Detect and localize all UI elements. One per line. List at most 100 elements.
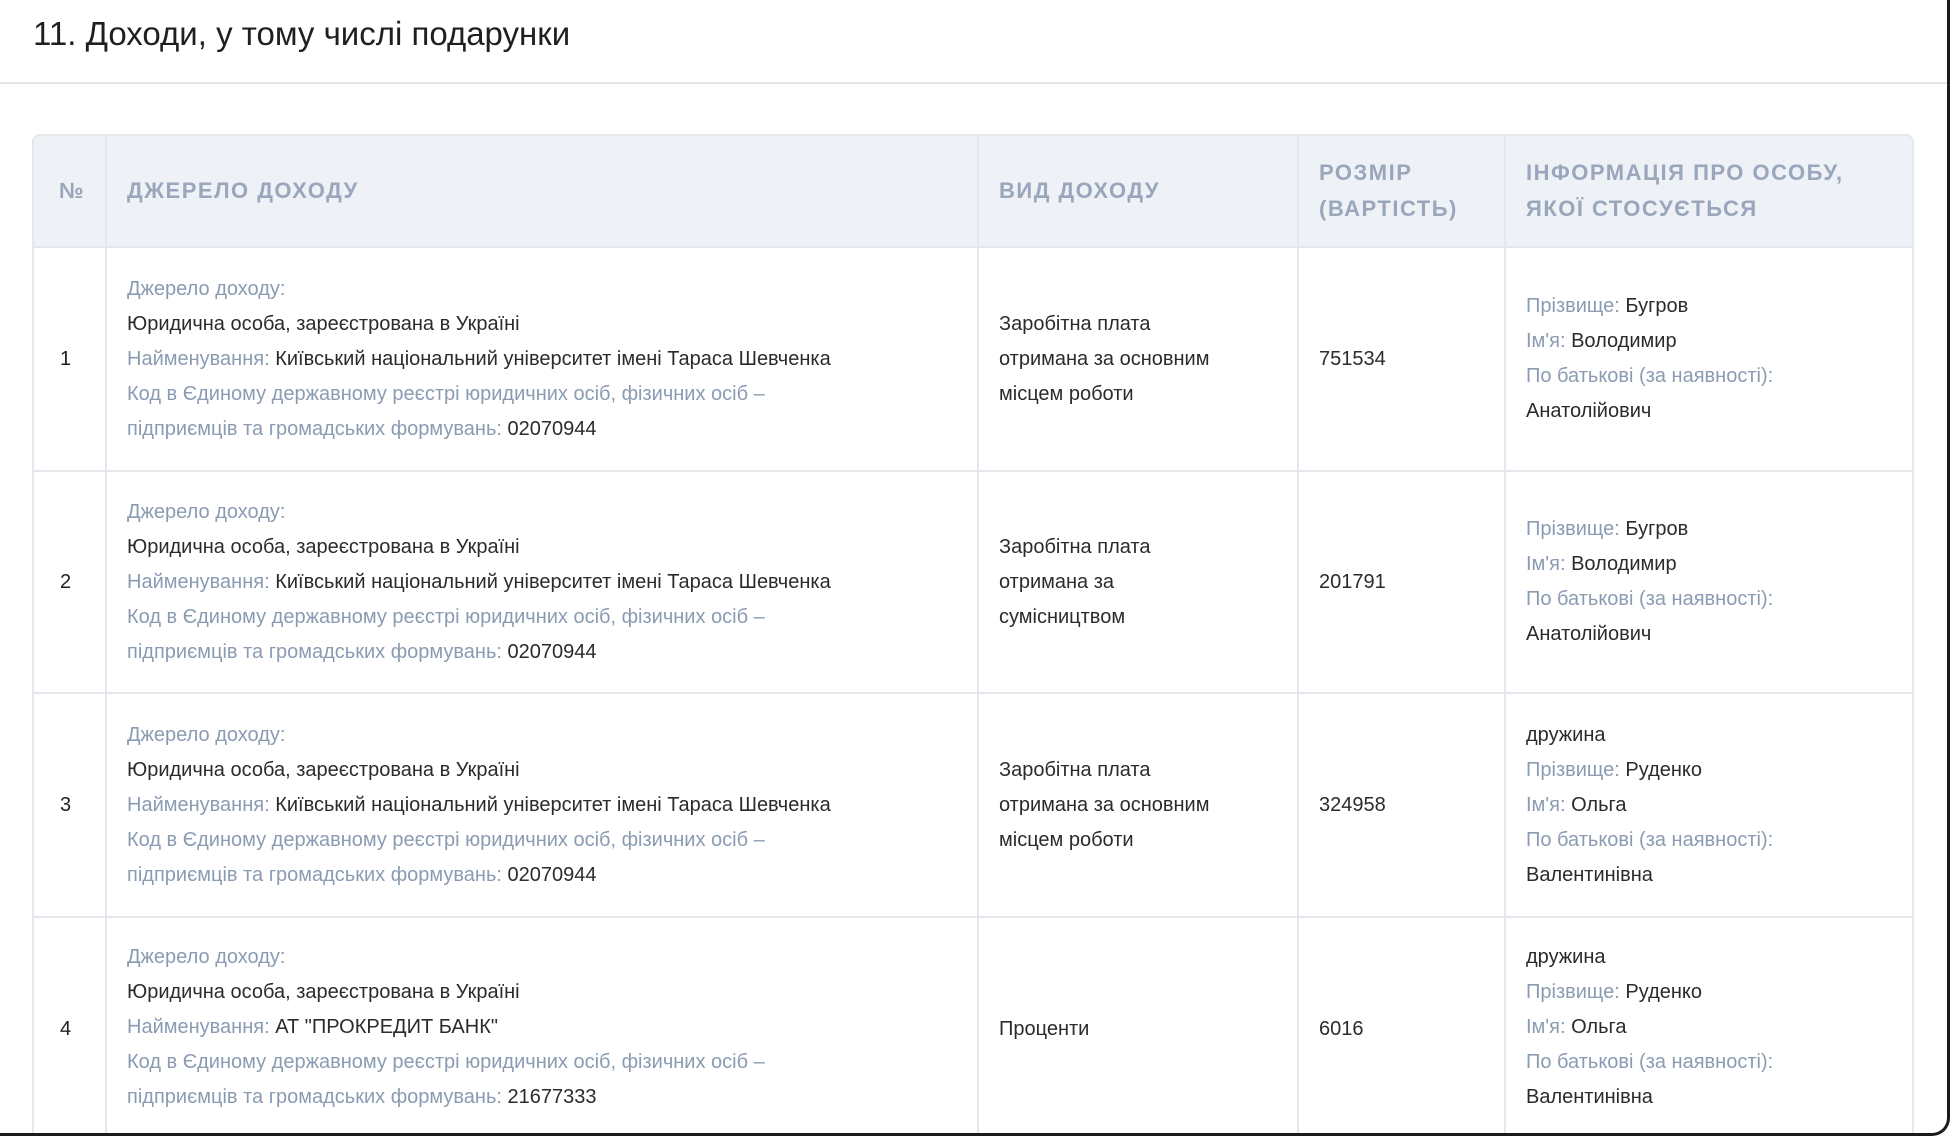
header-person-line1: ІНФОРМАЦІЯ ПРО ОСОБУ, [1526,160,1844,185]
income-kind-line3: місцем роботи [999,382,1134,405]
source-type: Юридична особа, зареєстрована в Україні [127,312,520,335]
code-label-line2: підприємців та громадських формувань: [127,417,502,440]
table-row: 2 Джерело доходу: Юридична особа, зареєс… [34,470,1912,693]
code-label-line1: Код в Єдиному державному реєстрі юридичн… [127,382,765,405]
first-name-label: Ім'я: [1526,330,1566,352]
income-kind-line1: Заробітна плата [999,312,1151,335]
surname-value: Руденко [1625,758,1703,781]
code-label-line2: підприємців та громадських формувань: [127,640,502,663]
person-info-cell: дружина Прізвище: Руденко Ім'я: Ольга По… [1505,692,1912,917]
first-name-value: Володимир [1571,553,1677,575]
header-income-source: ДЖЕРЕЛО ДОХОДУ [106,136,979,247]
person-info-cell: дружина Прізвище: Руденко Ім'я: Ольга По… [1505,916,1912,1133]
section-title: 11. Доходи, у тому числі подарунки [33,15,571,52]
patronymic-value: Валентинівна [1526,1086,1653,1108]
first-name-label: Ім'я: [1526,793,1566,816]
patronymic-value: Анатолійович [1526,400,1652,422]
header-amount-line2: (ВАРТІСТЬ) [1319,196,1458,221]
code-label-line2: підприємців та громадських формувань: [127,1086,502,1108]
amount-cell: 324958 [1298,692,1506,917]
first-name-value: Володимир [1571,330,1677,352]
income-kind-line3: сумісництвом [999,605,1126,628]
income-table-container: № ДЖЕРЕЛО ДОХОДУ ВИД ДОХОДУ РОЗМІР (ВАРТ… [32,134,1914,1133]
header-income-kind: ВИД ДОХОДУ [978,136,1299,247]
income-kind-line2: отримана за основним [999,793,1210,816]
source-label: Джерело доходу: [127,277,286,300]
code-label-line1: Код в Єдиному державному реєстрі юридичн… [127,828,765,851]
income-source-cell: Джерело доходу: Юридична особа, зареєстр… [106,470,979,693]
source-name: АТ "ПРОКРЕДИТ БАНК" [275,1016,498,1038]
source-code: 21677333 [507,1086,597,1108]
title-divider [0,82,1947,84]
source-code: 02070944 [507,640,597,663]
surname-value: Руденко [1625,981,1703,1003]
code-label-line2: підприємців та громадських формувань: [127,863,502,886]
income-kind-cell: Заробітна плата отримана за сумісництвом [978,470,1299,693]
income-kind-line1: Проценти [999,1018,1090,1040]
name-label: Найменування: [127,1016,270,1038]
income-source-cell: Джерело доходу: Юридична особа, зареєстр… [106,692,979,917]
person-info-cell: Прізвище: Бугров Ім'я: Володимир По бать… [1505,246,1912,471]
relation-value: дружина [1526,946,1606,968]
code-label-line1: Код в Єдиному державному реєстрі юридичн… [127,1051,765,1073]
header-person-line2: ЯКОЇ СТОСУЄТЬСЯ [1526,196,1758,221]
row-number: 2 [34,470,107,693]
source-name: Київський національний університет імені… [275,570,831,593]
surname-label: Прізвище: [1526,758,1620,781]
amount-cell: 201791 [1298,470,1506,693]
header-number: № [34,136,107,247]
income-kind-line3: місцем роботи [999,828,1134,851]
table-row: 1 Джерело доходу: Юридична особа, зареєс… [34,246,1912,471]
income-table: № ДЖЕРЕЛО ДОХОДУ ВИД ДОХОДУ РОЗМІР (ВАРТ… [34,136,1912,1133]
source-label: Джерело доходу: [127,500,286,523]
first-name-value: Ольга [1571,1016,1627,1038]
surname-value: Бугров [1625,295,1689,317]
patronymic-value: Анатолійович [1526,623,1652,645]
header-person-info: ІНФОРМАЦІЯ ПРО ОСОБУ, ЯКОЇ СТОСУЄТЬСЯ [1505,136,1912,247]
income-kind-cell: Заробітна плата отримана за основним міс… [978,246,1299,471]
income-kind-cell: Проценти [978,916,1299,1133]
source-type: Юридична особа, зареєстрована в Україні [127,981,520,1003]
relation-value: дружина [1526,723,1606,746]
page-frame: 11. Доходи, у тому числі подарунки № ДЖЕ… [0,0,1950,1136]
surname-label: Прізвище: [1526,981,1620,1003]
header-amount-line1: РОЗМІР [1319,160,1413,185]
income-source-cell: Джерело доходу: Юридична особа, зареєстр… [106,916,979,1133]
income-source-cell: Джерело доходу: Юридична особа, зареєстр… [106,246,979,471]
name-label: Найменування: [127,347,270,370]
patronymic-value: Валентинівна [1526,863,1653,886]
person-info-cell: Прізвище: Бугров Ім'я: Володимир По бать… [1505,470,1912,693]
first-name-label: Ім'я: [1526,1016,1566,1038]
patronymic-label: По батькові (за наявності): [1526,365,1774,387]
amount-cell: 751534 [1298,246,1506,471]
income-kind-cell: Заробітна плата отримана за основним міс… [978,692,1299,917]
income-kind-line1: Заробітна плата [999,535,1151,558]
surname-label: Прізвище: [1526,295,1620,317]
amount-cell: 6016 [1298,916,1506,1133]
table-row: 3 Джерело доходу: Юридична особа, зареєс… [34,692,1912,917]
source-label: Джерело доходу: [127,946,286,968]
source-type: Юридична особа, зареєстрована в Україні [127,535,520,558]
source-code: 02070944 [507,863,597,886]
name-label: Найменування: [127,793,270,816]
first-name-value: Ольга [1571,793,1627,816]
source-name: Київський національний університет імені… [275,347,831,370]
source-code: 02070944 [507,417,597,440]
source-label: Джерело доходу: [127,723,286,746]
first-name-label: Ім'я: [1526,553,1566,575]
row-number: 4 [34,916,107,1133]
surname-label: Прізвище: [1526,518,1620,540]
table-row: 4 Джерело доходу: Юридична особа, зареєс… [34,916,1912,1133]
header-amount: РОЗМІР (ВАРТІСТЬ) [1298,136,1506,247]
table-header-row: № ДЖЕРЕЛО ДОХОДУ ВИД ДОХОДУ РОЗМІР (ВАРТ… [34,136,1912,247]
patronymic-label: По батькові (за наявності): [1526,588,1774,610]
patronymic-label: По батькові (за наявності): [1526,828,1774,851]
income-kind-line2: отримана за основним [999,347,1210,370]
code-label-line1: Код в Єдиному державному реєстрі юридичн… [127,605,765,628]
row-number: 3 [34,692,107,917]
name-label: Найменування: [127,570,270,593]
surname-value: Бугров [1625,518,1689,540]
source-type: Юридична особа, зареєстрована в Україні [127,758,520,781]
row-number: 1 [34,246,107,471]
income-kind-line2: отримана за [999,570,1115,593]
